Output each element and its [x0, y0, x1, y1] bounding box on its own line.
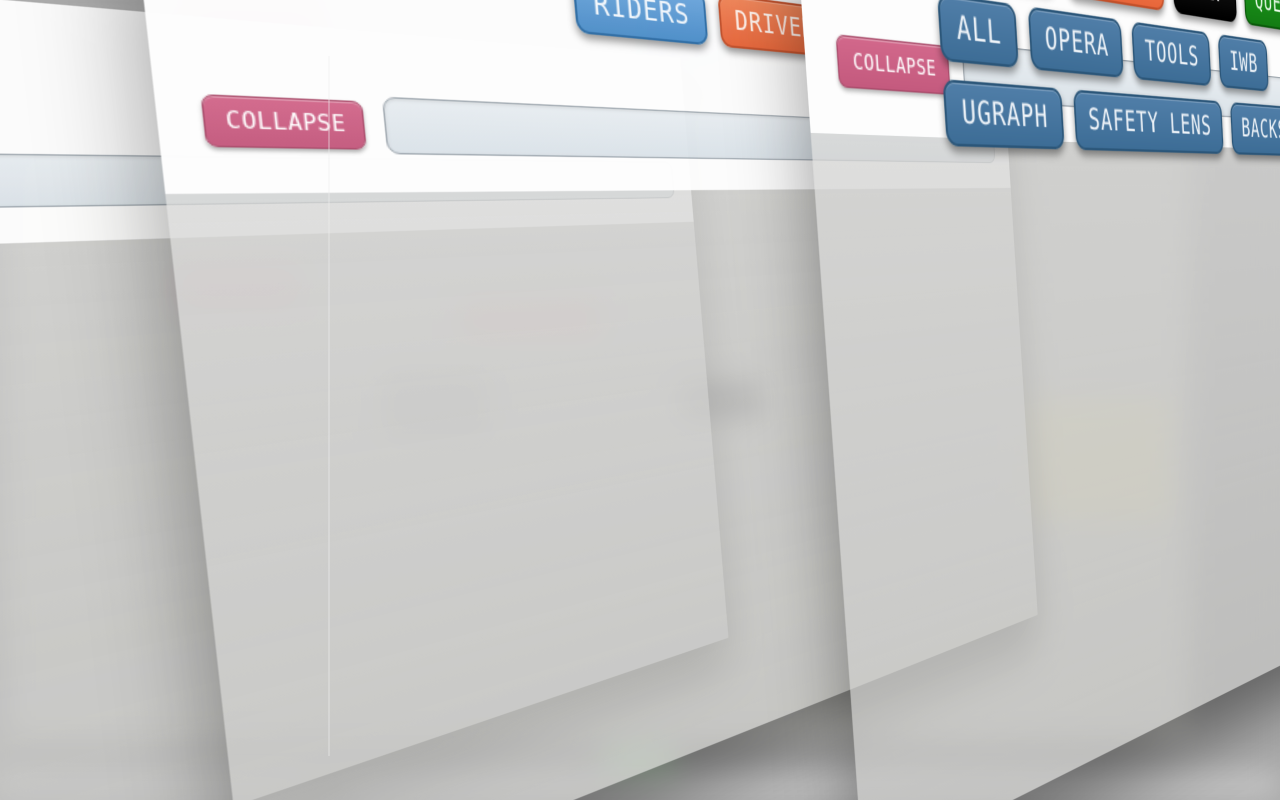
collapse-button[interactable]: COLLAPSE [200, 93, 368, 150]
category-button-driver[interactable]: DRIVER [1063, 0, 1165, 12]
collapse-button[interactable]: COLLAPSE [835, 33, 952, 95]
category-button-trip[interactable]: TRIP [1171, 0, 1238, 23]
ugraph-icon: UGRAPH [960, 92, 1050, 135]
riders-icon: RIDERS [591, 0, 691, 32]
panel-body-surface [810, 132, 1280, 800]
trip-icon: TRIP [1184, 0, 1226, 9]
tools-icon: TOOLS [1144, 33, 1200, 73]
category-button-all[interactable]: ALL [937, 0, 1020, 69]
panel-stack: COLLAPSE COLLAPSE RIDERSDRIVERTRIPQUERIE… [0, 0, 1280, 800]
right-panel[interactable]: COLLAPSE RIDERSDRIVERTRIPQUERIESALLOPERA… [789, 0, 1280, 800]
category-button-ugraph[interactable]: UGRAPH [942, 79, 1065, 150]
safety-lens-icon: SAFETY LENS [1087, 101, 1213, 142]
